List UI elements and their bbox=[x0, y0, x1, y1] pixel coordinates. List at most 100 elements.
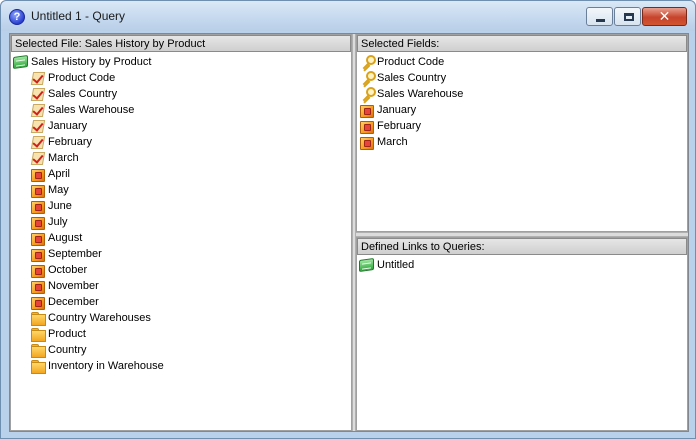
minimize-button[interactable] bbox=[586, 7, 613, 26]
folder-icon bbox=[30, 359, 46, 374]
selected-fields-list: Product Code Sales Country Sales Warehou… bbox=[357, 52, 687, 150]
tree-item-july[interactable]: July bbox=[11, 214, 351, 230]
tree-item-september[interactable]: September bbox=[11, 246, 351, 262]
tree-item-label: July bbox=[48, 216, 68, 228]
tree-root-sales-history[interactable]: Sales History by Product bbox=[11, 54, 351, 70]
folder-icon bbox=[30, 343, 46, 358]
tree-item-label: November bbox=[48, 280, 99, 292]
field-item-label: Sales Warehouse bbox=[377, 88, 464, 100]
help-icon[interactable]: ? bbox=[9, 9, 25, 25]
tree-item-label: February bbox=[48, 136, 93, 148]
field-item-label: Sales Country bbox=[377, 72, 447, 84]
tree-item-april[interactable]: April bbox=[11, 166, 351, 182]
defined-links-header: Defined Links to Queries: bbox=[357, 238, 687, 255]
field-item-label: March bbox=[377, 136, 408, 148]
tree-item-january[interactable]: January bbox=[11, 118, 351, 134]
link-item-label: Untitled bbox=[377, 259, 415, 271]
maximize-button[interactable] bbox=[614, 7, 641, 26]
tree-item-country-warehouses[interactable]: Country Warehouses bbox=[11, 310, 351, 326]
cube-icon bbox=[30, 199, 45, 214]
tree-item-may[interactable]: May bbox=[11, 182, 351, 198]
tree-item-label: Sales Country bbox=[48, 88, 118, 100]
close-icon: ✕ bbox=[658, 8, 671, 24]
window-title: Untitled 1 - Query bbox=[31, 9, 126, 23]
tree-item-label: Product Code bbox=[48, 72, 116, 84]
checked-field-icon bbox=[30, 87, 45, 101]
field-item-sales-warehouse[interactable]: Sales Warehouse bbox=[357, 86, 687, 102]
cube-icon bbox=[30, 247, 45, 262]
cube-icon bbox=[30, 279, 45, 294]
selected-file-tree: Sales History by Product Product Code Sa… bbox=[11, 52, 351, 374]
cube-icon bbox=[30, 167, 45, 182]
cube-icon bbox=[30, 231, 45, 246]
field-item-march[interactable]: March bbox=[357, 134, 687, 150]
tree-item-product-code[interactable]: Product Code bbox=[11, 70, 351, 86]
tree-item-label: Country Warehouses bbox=[48, 312, 151, 324]
close-button[interactable]: ✕ bbox=[642, 7, 687, 26]
minimize-icon bbox=[596, 19, 605, 22]
field-item-january[interactable]: January bbox=[357, 102, 687, 118]
key-icon bbox=[359, 87, 376, 101]
field-item-label: February bbox=[377, 120, 422, 132]
folder-icon bbox=[30, 311, 46, 326]
tree-item-february[interactable]: February bbox=[11, 134, 351, 150]
tree-item-november[interactable]: November bbox=[11, 278, 351, 294]
tree-item-march[interactable]: March bbox=[11, 150, 351, 166]
selected-fields-header: Selected Fields: bbox=[357, 35, 687, 52]
tree-item-label: August bbox=[48, 232, 83, 244]
cube-icon bbox=[30, 295, 45, 310]
tree-item-december[interactable]: December bbox=[11, 294, 351, 310]
defined-links-panel: Defined Links to Queries: Untitled bbox=[356, 237, 688, 431]
title-bar[interactable]: ? Untitled 1 - Query ✕ bbox=[1, 1, 695, 31]
key-icon bbox=[359, 55, 376, 69]
cube-icon bbox=[359, 119, 374, 134]
tree-item-label: May bbox=[48, 184, 69, 196]
cube-icon bbox=[30, 215, 45, 230]
tree-item-label: Country bbox=[48, 344, 87, 356]
tree-item-label: Sales Warehouse bbox=[48, 104, 135, 116]
cube-icon bbox=[359, 135, 374, 150]
tree-item-sales-warehouse[interactable]: Sales Warehouse bbox=[11, 102, 351, 118]
checked-field-icon bbox=[30, 119, 45, 133]
field-item-label: Product Code bbox=[377, 56, 445, 68]
checked-field-icon bbox=[30, 103, 45, 117]
tree-root-label: Sales History by Product bbox=[31, 56, 152, 68]
table-icon bbox=[13, 54, 28, 70]
folder-icon bbox=[30, 327, 46, 342]
query-window: ? Untitled 1 - Query ✕ Selected File: Sa… bbox=[0, 0, 696, 439]
tree-item-label: April bbox=[48, 168, 71, 180]
tree-item-august[interactable]: August bbox=[11, 230, 351, 246]
checked-field-icon bbox=[30, 135, 45, 149]
defined-links-list: Untitled bbox=[357, 255, 687, 273]
tree-item-label: December bbox=[48, 296, 99, 308]
tree-item-label: October bbox=[48, 264, 88, 276]
tree-item-inventory-in-warehouse[interactable]: Inventory in Warehouse bbox=[11, 358, 351, 374]
checked-field-icon bbox=[30, 71, 45, 85]
field-item-product-code[interactable]: Product Code bbox=[357, 54, 687, 70]
tree-item-june[interactable]: June bbox=[11, 198, 351, 214]
tree-item-country[interactable]: Country bbox=[11, 342, 351, 358]
cube-icon bbox=[30, 183, 45, 198]
selected-fields-panel: Selected Fields: Product Code Sales Coun… bbox=[356, 34, 688, 232]
link-item-untitled[interactable]: Untitled bbox=[357, 257, 687, 273]
tree-item-product[interactable]: Product bbox=[11, 326, 351, 342]
table-icon bbox=[359, 257, 374, 273]
tree-item-october[interactable]: October bbox=[11, 262, 351, 278]
tree-item-label: January bbox=[48, 120, 88, 132]
query-client-area: Selected File: Sales History by Product … bbox=[9, 33, 689, 432]
tree-item-label: Inventory in Warehouse bbox=[48, 360, 164, 372]
cube-icon bbox=[359, 103, 374, 118]
maximize-icon bbox=[624, 13, 634, 21]
key-icon bbox=[359, 71, 376, 85]
tree-item-label: Product bbox=[48, 328, 86, 340]
tree-item-label: September bbox=[48, 248, 102, 260]
field-item-february[interactable]: February bbox=[357, 118, 687, 134]
caption-buttons: ✕ bbox=[585, 7, 687, 27]
field-item-sales-country[interactable]: Sales Country bbox=[357, 70, 687, 86]
cube-icon bbox=[30, 263, 45, 278]
selected-file-panel: Selected File: Sales History by Product … bbox=[10, 34, 352, 431]
tree-item-label: March bbox=[48, 152, 79, 164]
checked-field-icon bbox=[30, 151, 45, 165]
tree-item-sales-country[interactable]: Sales Country bbox=[11, 86, 351, 102]
tree-item-label: June bbox=[48, 200, 72, 212]
